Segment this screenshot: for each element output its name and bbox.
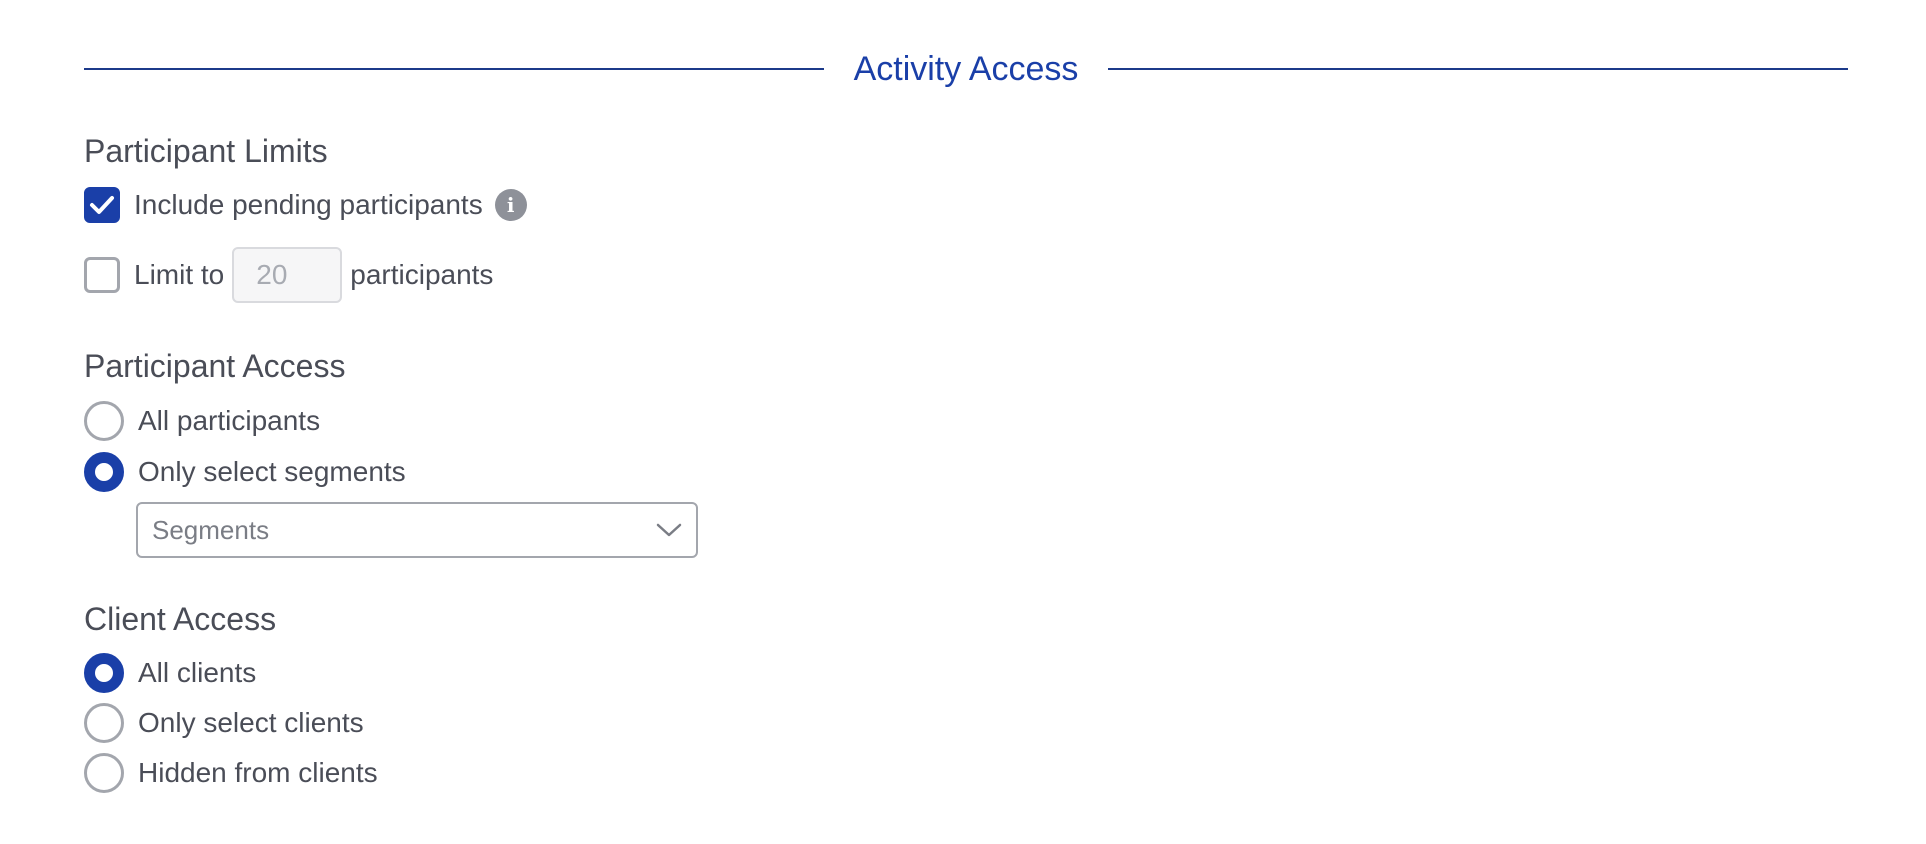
include-pending-label: Include pending participants xyxy=(134,189,483,220)
client-access-title: Client Access xyxy=(84,601,277,637)
limit-suffix-label: participants xyxy=(350,259,494,290)
only-select-segments-radio[interactable] xyxy=(84,452,124,492)
chevron-down-icon xyxy=(656,522,682,538)
all-participants-label: All participants xyxy=(138,405,321,436)
all-participants-radio[interactable] xyxy=(84,401,124,441)
only-select-clients-radio[interactable] xyxy=(84,703,124,743)
limit-row: Limit to participants xyxy=(84,246,493,304)
header-rule-right xyxy=(1108,68,1848,70)
section-header: Activity Access xyxy=(84,46,1848,92)
limit-checkbox[interactable] xyxy=(84,257,120,293)
hidden-from-clients-radio[interactable] xyxy=(84,753,124,793)
segments-select-placeholder: Segments xyxy=(152,514,270,545)
participant-access-option[interactable]: Only select segments xyxy=(84,451,406,493)
client-access-option[interactable]: Hidden from clients xyxy=(84,752,378,794)
info-icon[interactable]: i xyxy=(494,189,527,221)
limit-number-input[interactable] xyxy=(232,247,343,303)
segments-select[interactable]: Segments xyxy=(136,502,698,558)
client-access-option[interactable]: All clients xyxy=(84,652,256,694)
section-title: Activity Access xyxy=(853,49,1079,88)
only-select-clients-label: Only select clients xyxy=(138,707,364,738)
activity-access-panel: Activity Access Participant Limits Inclu… xyxy=(0,0,1926,844)
all-clients-label: All clients xyxy=(138,657,257,688)
participant-limits-title: Participant Limits xyxy=(84,133,328,169)
checkmark-icon xyxy=(90,196,114,214)
only-select-segments-label: Only select segments xyxy=(138,456,406,487)
limit-prefix-label: Limit to xyxy=(134,259,225,290)
participant-access-title: Participant Access xyxy=(84,348,346,384)
include-pending-checkbox[interactable] xyxy=(84,187,120,223)
header-rule-left xyxy=(84,68,824,70)
client-access-option[interactable]: Only select clients xyxy=(84,702,364,744)
participant-access-option[interactable]: All participants xyxy=(84,400,320,442)
hidden-from-clients-label: Hidden from clients xyxy=(138,757,378,788)
include-pending-row: Include pending participants i xyxy=(84,183,527,227)
all-clients-radio[interactable] xyxy=(84,653,124,693)
